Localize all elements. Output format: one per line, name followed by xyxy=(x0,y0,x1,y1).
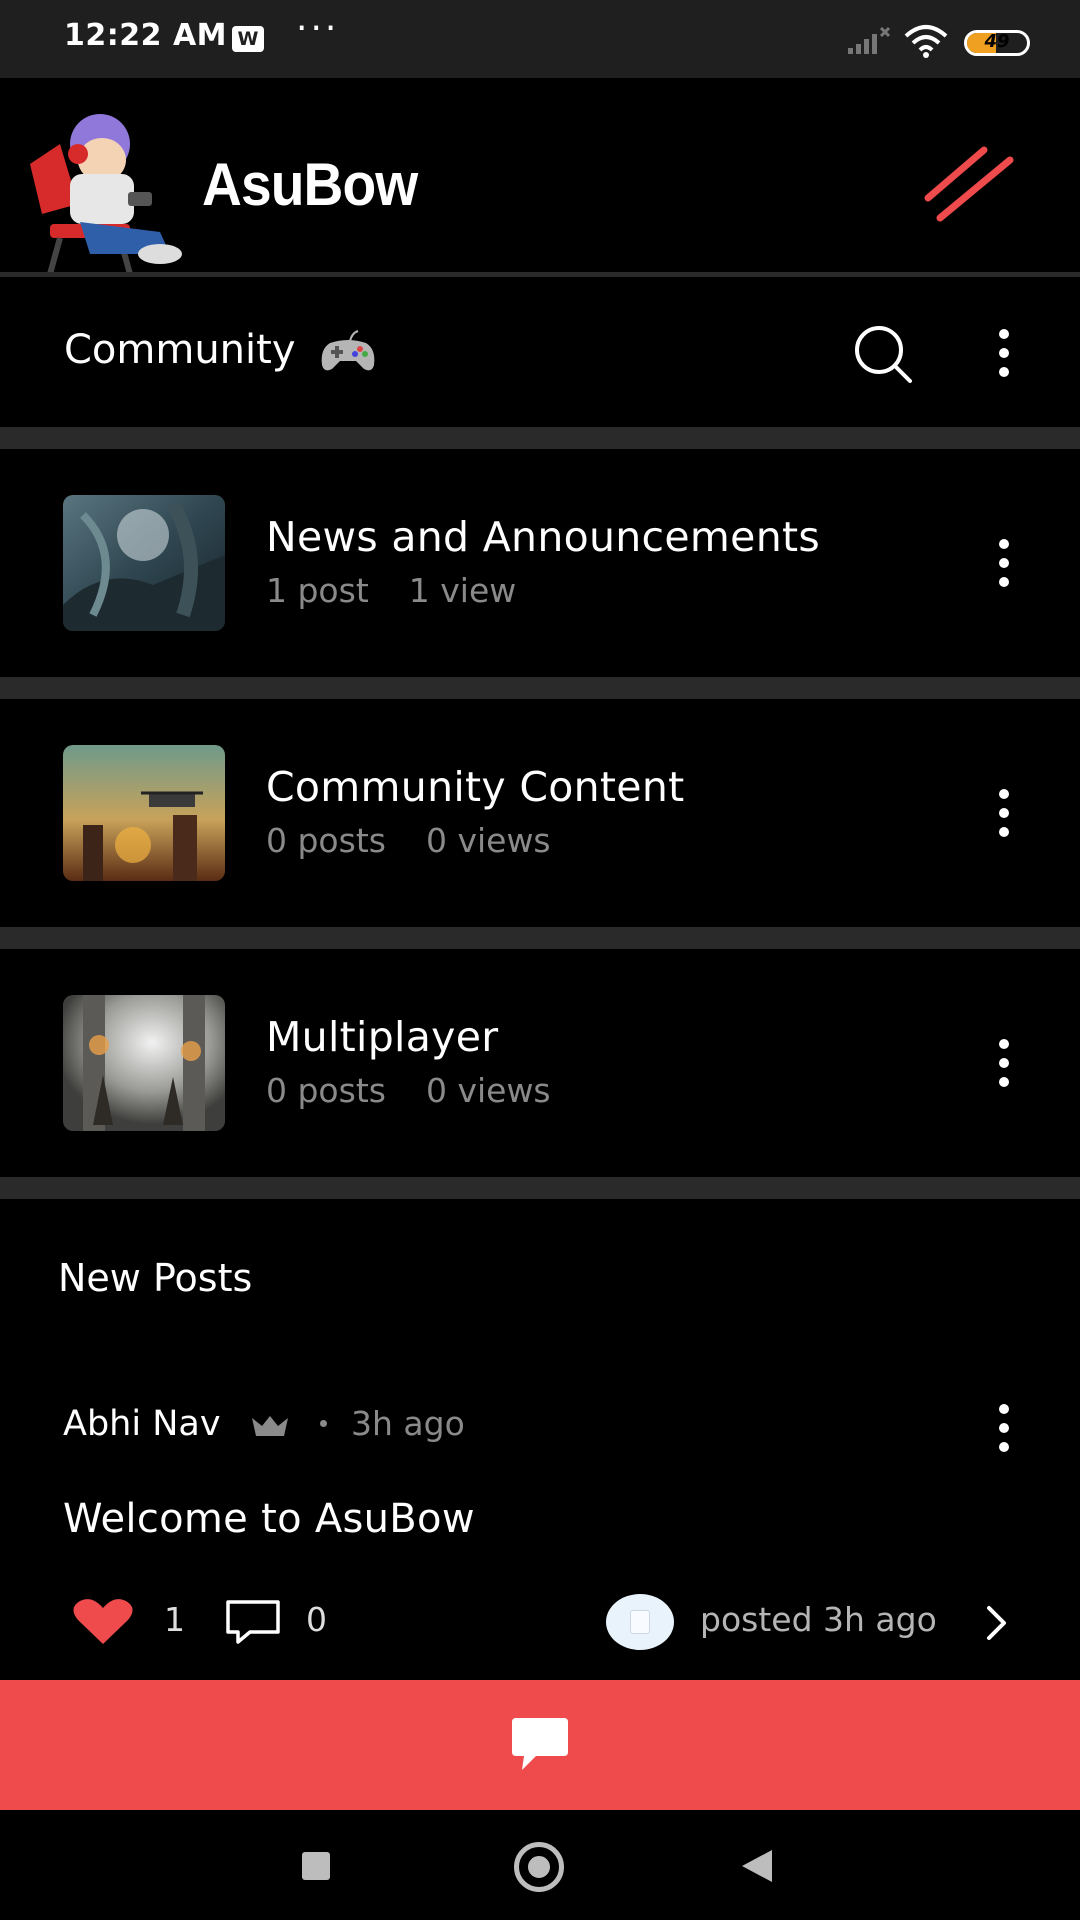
separator-dot xyxy=(320,1420,327,1427)
gamepad-icon xyxy=(321,330,375,371)
post-count: 0 posts xyxy=(266,1071,386,1110)
post-count: 0 posts xyxy=(266,821,386,860)
home-button[interactable] xyxy=(514,1842,564,1892)
search-icon[interactable] xyxy=(852,323,914,385)
category-name: Multiplayer xyxy=(266,1013,499,1061)
new-posts-heading: New Posts xyxy=(58,1256,253,1300)
community-section-bar: Community xyxy=(0,277,1080,427)
slash-menu-icon[interactable] xyxy=(922,142,1018,226)
category-name: Community Content xyxy=(266,763,685,811)
status-bar: 12:22 AM W ··· 49 xyxy=(0,0,1080,78)
section-more-icon[interactable] xyxy=(984,323,1024,383)
heart-icon[interactable] xyxy=(72,1598,134,1646)
category-stats: 0 posts 0 views xyxy=(266,1071,551,1110)
view-count: 0 views xyxy=(425,821,551,860)
comment-icon[interactable] xyxy=(224,1598,282,1646)
signal-icon xyxy=(848,26,891,54)
category-more-icon[interactable] xyxy=(984,783,1024,843)
section-divider xyxy=(0,427,1080,449)
category-thumbnail xyxy=(63,995,225,1131)
category-divider xyxy=(0,677,1080,699)
category-news-and-announcements[interactable]: News and Announcements 1 post 1 view xyxy=(0,449,1080,677)
post-author[interactable]: Abhi Nav xyxy=(63,1404,221,1444)
app-logo-icon[interactable] xyxy=(20,104,190,280)
start-chat-button[interactable] xyxy=(0,1680,1080,1810)
status-time: 12:22 AM xyxy=(64,18,228,53)
recents-button[interactable] xyxy=(302,1852,330,1880)
category-thumbnail xyxy=(63,745,225,881)
post-count: 1 post xyxy=(266,571,369,610)
posted-ago-label[interactable]: posted 3h ago xyxy=(700,1600,937,1639)
avatar[interactable] xyxy=(606,1594,674,1650)
back-button[interactable] xyxy=(742,1850,772,1882)
category-name: News and Announcements xyxy=(266,513,821,561)
like-count: 1 xyxy=(164,1600,185,1639)
post-more-icon[interactable] xyxy=(984,1398,1024,1458)
chat-bubble-icon xyxy=(512,1718,568,1770)
category-more-icon[interactable] xyxy=(984,1033,1024,1093)
battery-level: 49 xyxy=(984,31,1010,52)
section-title: Community xyxy=(64,327,296,373)
category-divider xyxy=(0,1177,1080,1199)
notification-w-icon: W xyxy=(232,26,264,52)
comment-count: 0 xyxy=(306,1600,327,1639)
category-divider xyxy=(0,927,1080,949)
category-thumbnail xyxy=(63,495,225,631)
category-multiplayer[interactable]: Multiplayer 0 posts 0 views xyxy=(0,949,1080,1177)
system-nav-bar xyxy=(0,1810,1080,1920)
battery-icon: 49 xyxy=(964,30,1030,56)
post-title[interactable]: Welcome to AsuBow xyxy=(63,1496,475,1542)
category-community-content[interactable]: Community Content 0 posts 0 views xyxy=(0,699,1080,927)
app-title: AsuBow xyxy=(202,151,418,218)
app-header: AsuBow xyxy=(0,78,1080,275)
view-count: 0 views xyxy=(425,1071,551,1110)
post-time: 3h ago xyxy=(351,1404,465,1443)
category-more-icon[interactable] xyxy=(984,533,1024,593)
crown-icon xyxy=(252,1416,288,1436)
more-notifications-icon: ··· xyxy=(296,8,340,49)
wifi-icon xyxy=(904,25,948,58)
chevron-right-icon[interactable] xyxy=(984,1604,1010,1642)
category-stats: 0 posts 0 views xyxy=(266,821,551,860)
category-stats: 1 post 1 view xyxy=(266,571,516,610)
view-count: 1 view xyxy=(408,571,517,610)
